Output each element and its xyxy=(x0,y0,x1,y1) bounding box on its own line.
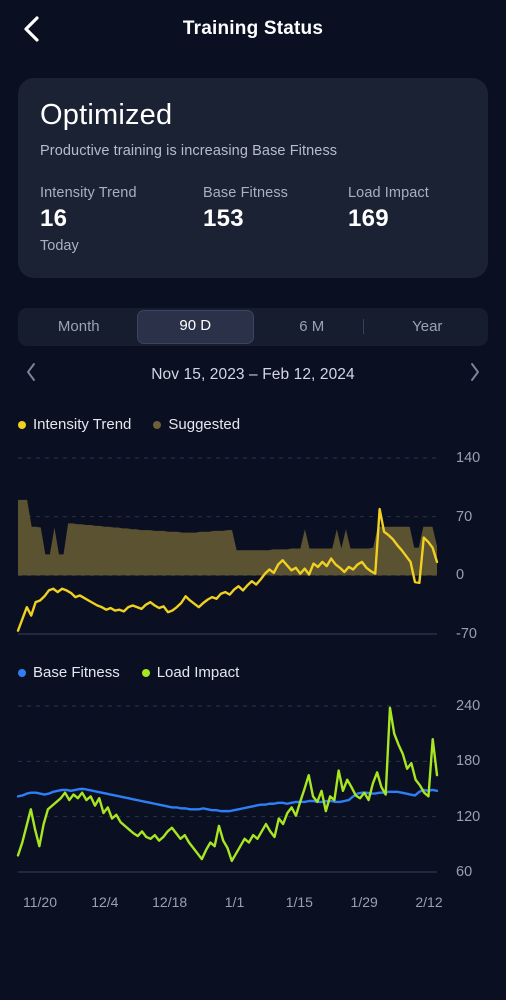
date-navigation: Nov 15, 2023 – Feb 12, 2024 xyxy=(18,358,488,392)
legend-label: Load Impact xyxy=(156,664,240,682)
legend-item-suggested: Suggested xyxy=(153,416,240,433)
legend-dot-icon xyxy=(18,420,26,429)
series-area-suggested xyxy=(18,499,437,576)
back-button[interactable] xyxy=(14,12,48,46)
legend-item-base-fitness: Base Fitness xyxy=(18,664,120,681)
metric-base-fitness: Base Fitness 153 xyxy=(203,185,348,254)
range-selector[interactable]: Month 90 D 6 M Year xyxy=(18,307,488,346)
date-range-label: Nov 15, 2023 – Feb 12, 2024 xyxy=(151,365,355,383)
status-subtitle: Productive training is increasing Base F… xyxy=(40,142,338,159)
chevron-left-icon xyxy=(22,15,40,43)
date-prev-button[interactable] xyxy=(18,362,44,388)
status-title: Optimized xyxy=(40,99,173,131)
range-option-90d[interactable]: 90 D xyxy=(136,309,254,344)
training-status-card: Optimized Productive training is increas… xyxy=(18,78,488,278)
range-option-6m[interactable]: 6 M xyxy=(254,311,370,343)
date-next-button[interactable] xyxy=(462,362,488,388)
fitness-load-chart-block: Base Fitness Load Impact 240 180 120 60 11/… xyxy=(0,662,506,918)
legend-item-load-impact: Load Impact xyxy=(141,664,240,682)
metric-value: 169 xyxy=(348,204,389,232)
chevron-left-icon xyxy=(25,362,37,387)
chart2-legend: Base Fitness Load Impact xyxy=(18,662,488,684)
legend-dot-icon xyxy=(141,668,150,677)
x-tick-label: 1/15 xyxy=(285,893,313,910)
metric-label: Load Impact xyxy=(348,184,429,201)
metric-value: 16 xyxy=(40,204,68,232)
chart1-svg xyxy=(16,457,439,635)
range-option-month[interactable]: Month xyxy=(21,311,137,343)
legend-dot-icon xyxy=(18,668,26,677)
metric-load-impact: Load Impact 169 xyxy=(348,185,429,254)
legend-dot-icon xyxy=(153,420,162,429)
x-tick-label: 12/18 xyxy=(152,893,188,910)
metric-label: Base Fitness xyxy=(203,184,289,201)
chart2-x-axis: 11/20 12/4 12/18 1/1 1/15 1/29 2/12 xyxy=(0,894,506,918)
chevron-right-icon xyxy=(469,362,481,387)
series-line-base-fitness xyxy=(16,787,439,813)
series-line-load-impact xyxy=(16,706,439,863)
x-tick-label: 11/20 xyxy=(23,893,57,910)
chart1-legend: Intensity Trend Suggested xyxy=(18,414,488,436)
metric-label: Intensity Trend xyxy=(40,184,137,201)
metrics-row: Intensity Trend 16 Today Base Fitness 15… xyxy=(40,185,466,254)
chart1-plot: 140 70 0 -70 xyxy=(0,436,506,646)
metric-note: Today xyxy=(40,237,79,254)
metric-value: 153 xyxy=(203,204,244,232)
intensity-trend-chart-block: Intensity Trend Suggested 140 70 0 -70 xyxy=(0,414,506,646)
range-option-year[interactable]: Year xyxy=(370,311,486,343)
app-header: Training Status xyxy=(0,0,506,58)
metric-intensity-trend: Intensity Trend 16 Today xyxy=(40,185,203,254)
x-tick-label: 12/4 xyxy=(91,893,119,910)
x-tick-label: 1/1 xyxy=(224,893,245,910)
legend-label: Suggested xyxy=(168,416,241,434)
x-tick-label: 2/12 xyxy=(415,893,443,910)
legend-label: Base Fitness xyxy=(33,664,120,682)
chart2-svg xyxy=(16,705,439,873)
x-tick-label: 1/29 xyxy=(350,893,378,910)
legend-item-intensity-trend: Intensity Trend xyxy=(18,416,131,433)
legend-label: Intensity Trend xyxy=(33,416,132,434)
page-title: Training Status xyxy=(182,18,324,39)
segment-divider xyxy=(363,318,365,334)
chart2-plot: 240 180 120 60 xyxy=(0,684,506,894)
